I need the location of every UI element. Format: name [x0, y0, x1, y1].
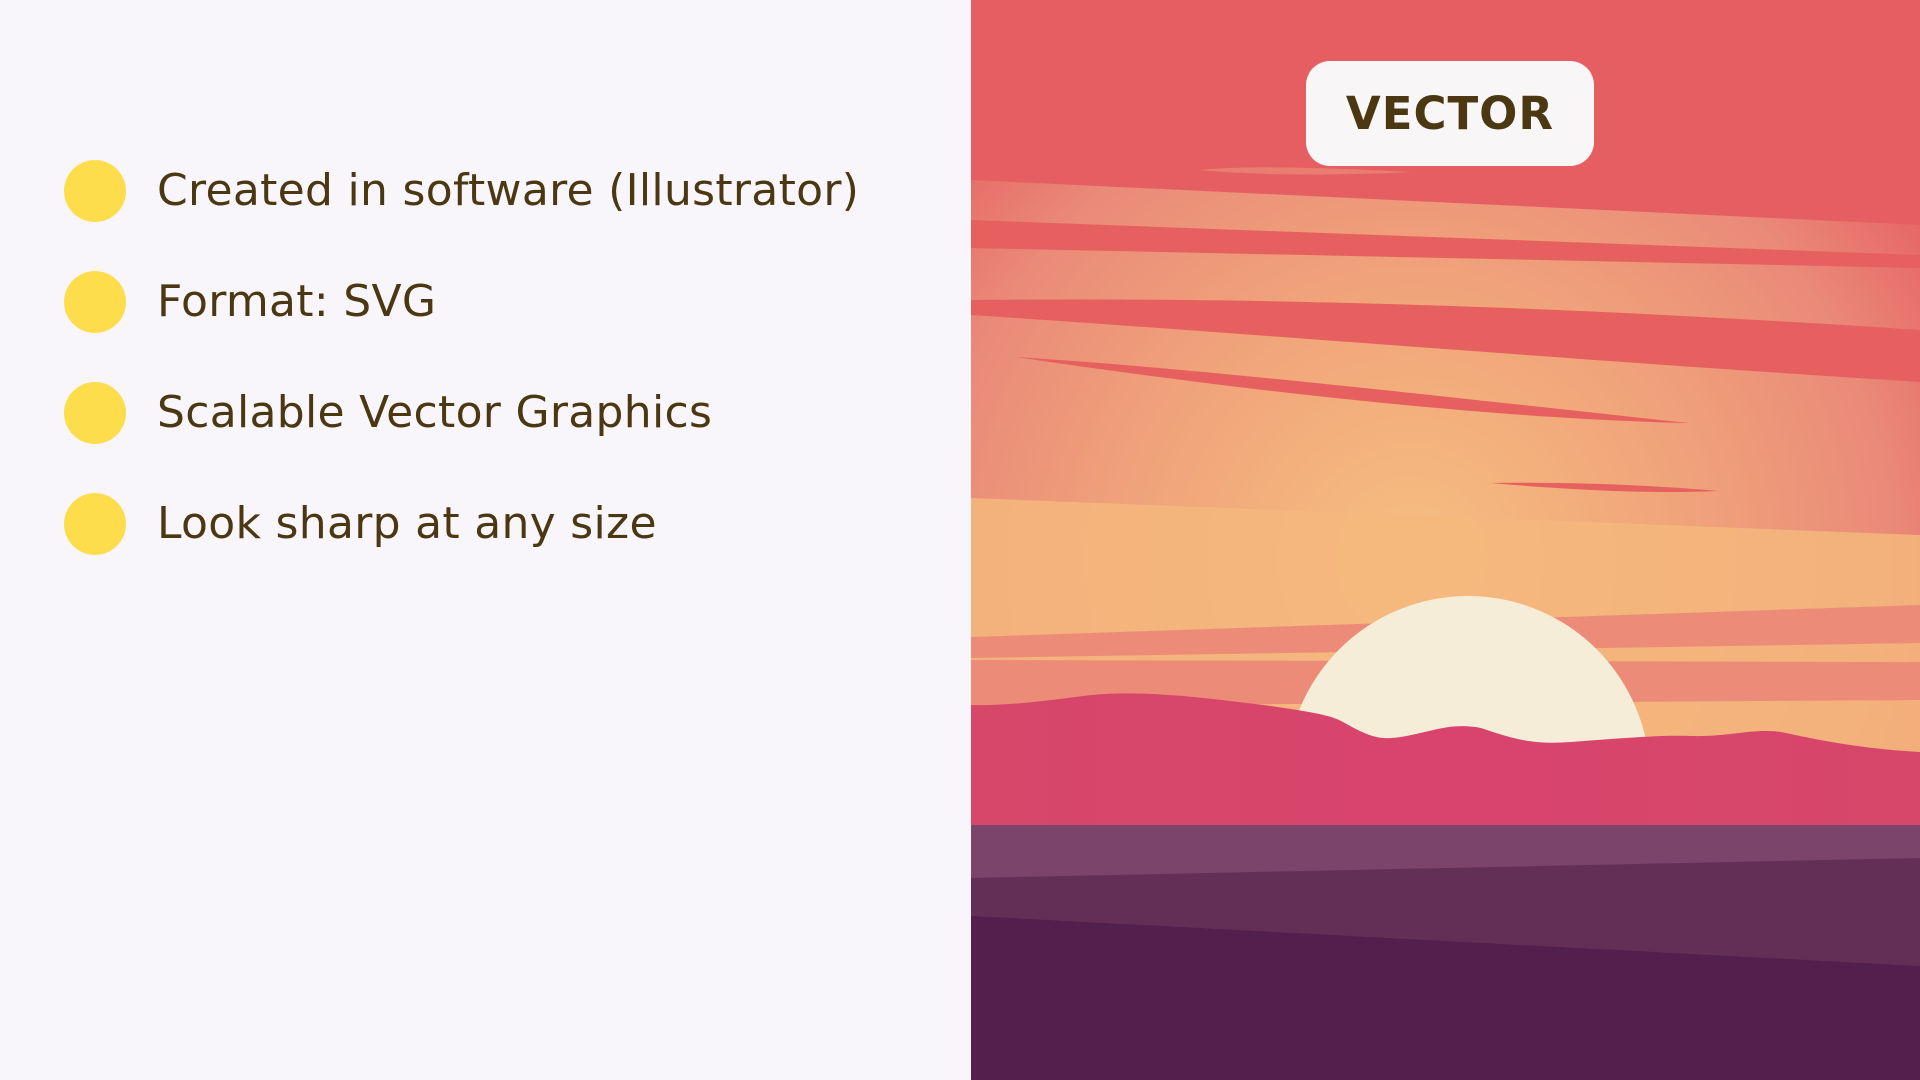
vector-badge: VECTOR	[1306, 61, 1594, 166]
bullet-item-scalable: Scalable Vector Graphics	[64, 382, 859, 444]
bullet-dot-icon	[64, 382, 126, 444]
bullet-dot-icon	[64, 160, 126, 222]
bullet-dot-icon	[64, 271, 126, 333]
bullet-item-format: Format: SVG	[64, 271, 859, 333]
bullet-text: Scalable Vector Graphics	[157, 387, 713, 438]
bullet-item-software: Created in software (Illustrator)	[64, 160, 859, 222]
text-panel: Created in software (Illustrator) Format…	[0, 0, 971, 1080]
bullet-item-sharp: Look sharp at any size	[64, 493, 859, 555]
bullet-text: Created in software (Illustrator)	[157, 165, 860, 216]
bullet-text: Format: SVG	[157, 276, 437, 327]
bullet-list: Created in software (Illustrator) Format…	[64, 160, 859, 604]
slide: Created in software (Illustrator) Format…	[0, 0, 1920, 1080]
vector-badge-label: VECTOR	[1345, 87, 1555, 140]
bullet-text: Look sharp at any size	[157, 498, 657, 549]
bullet-dot-icon	[64, 493, 126, 555]
